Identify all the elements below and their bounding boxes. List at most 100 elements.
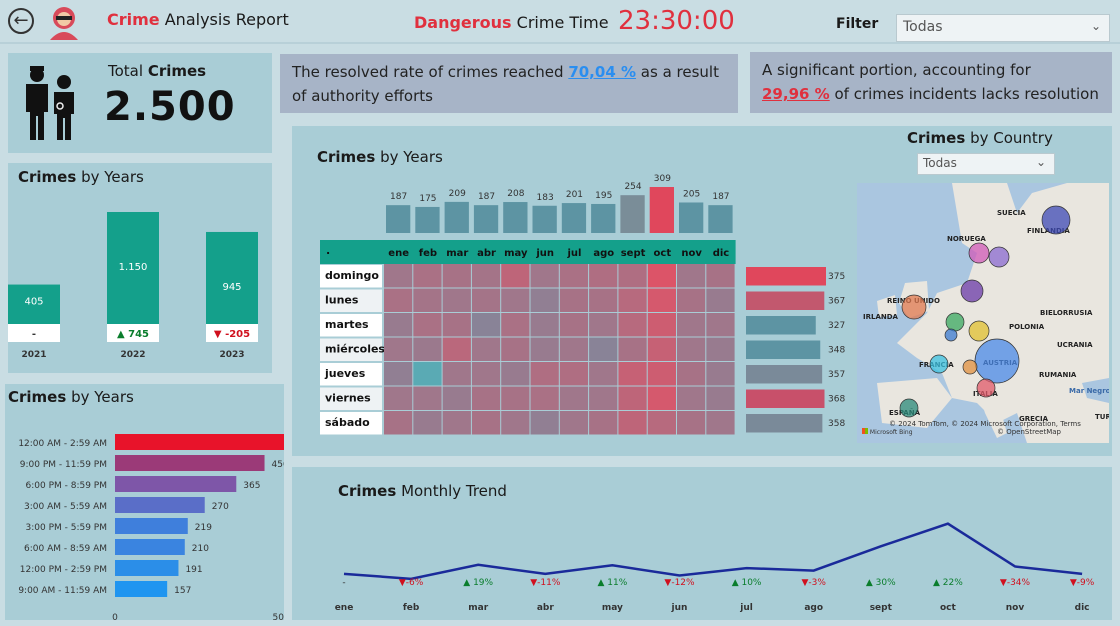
time-bar[interactable] [115,455,265,471]
heatmap-cell[interactable] [706,411,735,435]
heatmap-cell[interactable] [501,288,530,313]
month-column-bar[interactable] [386,205,411,233]
heatmap-cell[interactable] [559,313,589,337]
month-column-bar[interactable] [620,195,645,233]
heatmap-cell[interactable] [589,386,618,411]
time-bar[interactable] [115,518,188,534]
country-bubble[interactable] [968,320,990,342]
heatmap-cell[interactable] [677,362,706,386]
heatmap-cell[interactable] [530,264,559,288]
heatmap-cell[interactable] [530,288,559,313]
trend-line[interactable] [343,522,1083,581]
heatmap-cell[interactable] [413,411,442,435]
country-bubble[interactable] [944,328,958,342]
country-bubble[interactable] [968,242,990,264]
heatmap-cell[interactable] [618,313,647,337]
heatmap-cell[interactable] [471,313,501,337]
heatmap-cell[interactable] [442,288,471,313]
heatmap-cell[interactable] [442,386,471,411]
heatmap-cell[interactable] [384,386,413,411]
time-bar[interactable] [115,539,185,555]
heatmap-cell[interactable] [384,313,413,337]
country-bubble[interactable] [960,279,984,303]
heatmap-cell[interactable] [647,288,676,313]
day-total-bar[interactable] [746,267,826,286]
heatmap-cell[interactable] [559,264,589,288]
time-bar[interactable] [115,476,237,492]
heatmap-cell[interactable] [471,362,501,386]
heatmap-cell[interactable] [647,362,676,386]
heatmap-cell[interactable] [706,386,735,411]
country-bubble[interactable] [945,312,965,332]
heatmap-cell[interactable] [559,411,589,435]
heatmap-cell[interactable] [384,288,413,313]
heatmap-cell[interactable] [589,337,618,362]
heatmap-cell[interactable] [647,411,676,435]
heatmap-cell[interactable] [706,313,735,337]
heatmap-cell[interactable] [442,337,471,362]
country-bubble[interactable] [974,338,1020,384]
heatmap-cell[interactable] [413,337,442,362]
country-bubble[interactable] [899,398,919,418]
back-button[interactable]: ← [8,8,34,34]
day-total-bar[interactable] [746,414,823,433]
heatmap-cell[interactable] [501,362,530,386]
heatmap-cell[interactable] [501,264,530,288]
heatmap-cell[interactable] [647,264,676,288]
month-column-bar[interactable] [473,205,499,233]
heatmap-cell[interactable] [530,386,559,411]
heatmap-cell[interactable] [559,386,589,411]
month-column-bar[interactable] [591,203,616,233]
heatmap-cell[interactable] [677,313,706,337]
month-column-bar[interactable] [444,201,469,233]
heatmap-cell[interactable] [384,411,413,435]
country-dropdown[interactable]: Todas ⌄ [917,153,1055,175]
heatmap-cell[interactable] [384,337,413,362]
heatmap-cell[interactable] [501,313,530,337]
heatmap-cell[interactable] [471,264,501,288]
heatmap-cell[interactable] [471,337,501,362]
heatmap-cell[interactable] [530,313,559,337]
heatmap-cell[interactable] [442,362,471,386]
month-column-bar[interactable] [708,205,733,233]
heatmap-cell[interactable] [589,313,618,337]
year-bar[interactable] [206,231,258,324]
time-bar[interactable] [115,434,284,450]
heatmap-cell[interactable] [618,411,647,435]
filter-dropdown[interactable]: Todas ⌄ [896,14,1110,42]
heatmap-cell[interactable] [530,362,559,386]
heatmap-cell[interactable] [618,288,647,313]
heatmap-cell[interactable] [559,288,589,313]
country-bubble[interactable] [1041,205,1071,235]
heatmap-cell[interactable] [559,337,589,362]
country-bubble[interactable] [988,246,1010,268]
day-total-bar[interactable] [746,340,821,360]
day-total-bar[interactable] [746,291,825,311]
heatmap-cell[interactable] [647,313,676,337]
heatmap-cell[interactable] [413,386,442,411]
heatmap-cell[interactable] [706,337,735,362]
time-bar[interactable] [115,581,168,597]
heatmap-cell[interactable] [384,362,413,386]
day-total-bar[interactable] [746,316,816,335]
heatmap-cell[interactable] [501,411,530,435]
heatmap-cell[interactable] [618,362,647,386]
heatmap-cell[interactable] [677,337,706,362]
month-column-bar[interactable] [679,202,704,233]
heatmap-cell[interactable] [706,264,735,288]
heatmap-cell[interactable] [589,288,618,313]
heatmap-cell[interactable] [530,411,559,435]
heatmap-cell[interactable] [413,313,442,337]
heatmap-cell[interactable] [471,386,501,411]
heatmap-cell[interactable] [501,386,530,411]
heatmap-cell[interactable] [589,362,618,386]
heatmap-cell[interactable] [647,337,676,362]
heatmap-cell[interactable] [384,264,413,288]
month-column-bar[interactable] [503,202,528,233]
heatmap-cell[interactable] [618,386,647,411]
heatmap-cell[interactable] [706,288,735,313]
time-bar[interactable] [115,497,205,513]
month-column-bar[interactable] [415,206,440,233]
heatmap-cell[interactable] [589,411,618,435]
heatmap-cell[interactable] [618,264,647,288]
